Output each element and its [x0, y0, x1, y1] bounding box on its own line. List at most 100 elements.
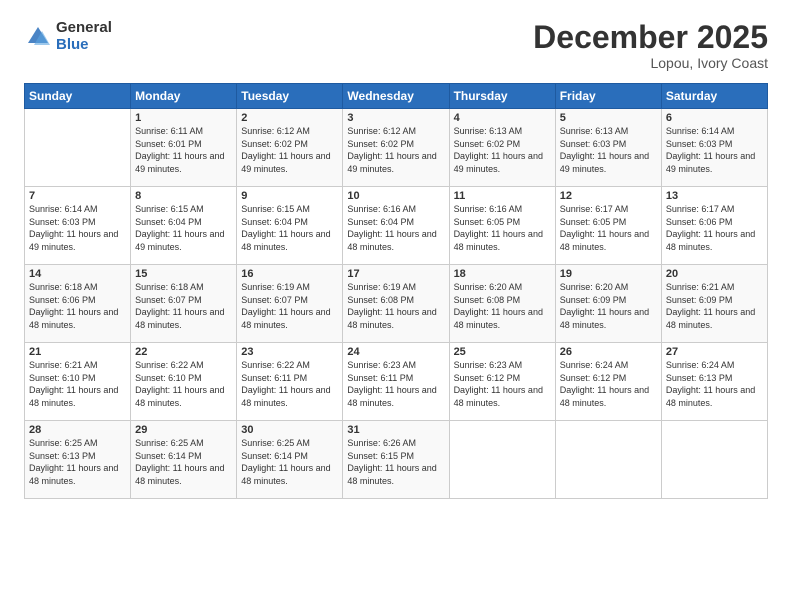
calendar-cell: 5Sunrise: 6:13 AMSunset: 6:03 PMDaylight… — [555, 109, 661, 187]
cell-info: Sunrise: 6:25 AMSunset: 6:14 PMDaylight:… — [241, 437, 338, 487]
calendar-cell: 23Sunrise: 6:22 AMSunset: 6:11 PMDayligh… — [237, 343, 343, 421]
day-number: 11 — [454, 190, 551, 202]
calendar-cell: 15Sunrise: 6:18 AMSunset: 6:07 PMDayligh… — [131, 265, 237, 343]
calendar-cell: 25Sunrise: 6:23 AMSunset: 6:12 PMDayligh… — [449, 343, 555, 421]
day-number: 23 — [241, 346, 338, 358]
calendar-cell: 4Sunrise: 6:13 AMSunset: 6:02 PMDaylight… — [449, 109, 555, 187]
calendar-week-row: 28Sunrise: 6:25 AMSunset: 6:13 PMDayligh… — [25, 421, 768, 499]
calendar-cell: 1Sunrise: 6:11 AMSunset: 6:01 PMDaylight… — [131, 109, 237, 187]
cell-info: Sunrise: 6:22 AMSunset: 6:10 PMDaylight:… — [135, 359, 232, 409]
cell-info: Sunrise: 6:26 AMSunset: 6:15 PMDaylight:… — [347, 437, 444, 487]
day-number: 19 — [560, 268, 657, 280]
calendar-cell: 16Sunrise: 6:19 AMSunset: 6:07 PMDayligh… — [237, 265, 343, 343]
calendar-cell: 6Sunrise: 6:14 AMSunset: 6:03 PMDaylight… — [661, 109, 767, 187]
day-number: 20 — [666, 268, 763, 280]
cell-info: Sunrise: 6:12 AMSunset: 6:02 PMDaylight:… — [347, 125, 444, 175]
cell-info: Sunrise: 6:21 AMSunset: 6:09 PMDaylight:… — [666, 281, 763, 331]
cell-info: Sunrise: 6:20 AMSunset: 6:09 PMDaylight:… — [560, 281, 657, 331]
calendar-cell: 28Sunrise: 6:25 AMSunset: 6:13 PMDayligh… — [25, 421, 131, 499]
cell-info: Sunrise: 6:12 AMSunset: 6:02 PMDaylight:… — [241, 125, 338, 175]
calendar-cell: 10Sunrise: 6:16 AMSunset: 6:04 PMDayligh… — [343, 187, 449, 265]
col-header-tuesday: Tuesday — [237, 84, 343, 109]
cell-info: Sunrise: 6:15 AMSunset: 6:04 PMDaylight:… — [135, 203, 232, 253]
calendar-cell: 29Sunrise: 6:25 AMSunset: 6:14 PMDayligh… — [131, 421, 237, 499]
calendar-cell: 2Sunrise: 6:12 AMSunset: 6:02 PMDaylight… — [237, 109, 343, 187]
day-number: 4 — [454, 112, 551, 124]
calendar-cell: 31Sunrise: 6:26 AMSunset: 6:15 PMDayligh… — [343, 421, 449, 499]
col-header-friday: Friday — [555, 84, 661, 109]
calendar-cell: 8Sunrise: 6:15 AMSunset: 6:04 PMDaylight… — [131, 187, 237, 265]
day-number: 25 — [454, 346, 551, 358]
day-number: 7 — [29, 190, 126, 202]
calendar-cell — [661, 421, 767, 499]
day-number: 21 — [29, 346, 126, 358]
calendar-page: General Blue December 2025 Lopou, Ivory … — [0, 0, 792, 612]
cell-info: Sunrise: 6:16 AMSunset: 6:05 PMDaylight:… — [454, 203, 551, 253]
day-number: 10 — [347, 190, 444, 202]
day-number: 27 — [666, 346, 763, 358]
day-number: 30 — [241, 424, 338, 436]
day-number: 24 — [347, 346, 444, 358]
title-block: December 2025 Lopou, Ivory Coast — [533, 20, 768, 71]
day-number: 29 — [135, 424, 232, 436]
day-number: 31 — [347, 424, 444, 436]
calendar-cell: 18Sunrise: 6:20 AMSunset: 6:08 PMDayligh… — [449, 265, 555, 343]
calendar-cell: 12Sunrise: 6:17 AMSunset: 6:05 PMDayligh… — [555, 187, 661, 265]
day-number: 15 — [135, 268, 232, 280]
day-number: 3 — [347, 112, 444, 124]
cell-info: Sunrise: 6:21 AMSunset: 6:10 PMDaylight:… — [29, 359, 126, 409]
cell-info: Sunrise: 6:17 AMSunset: 6:06 PMDaylight:… — [666, 203, 763, 253]
calendar-cell: 19Sunrise: 6:20 AMSunset: 6:09 PMDayligh… — [555, 265, 661, 343]
calendar-cell: 3Sunrise: 6:12 AMSunset: 6:02 PMDaylight… — [343, 109, 449, 187]
day-number: 18 — [454, 268, 551, 280]
col-header-monday: Monday — [131, 84, 237, 109]
calendar-cell: 26Sunrise: 6:24 AMSunset: 6:12 PMDayligh… — [555, 343, 661, 421]
cell-info: Sunrise: 6:25 AMSunset: 6:14 PMDaylight:… — [135, 437, 232, 487]
cell-info: Sunrise: 6:13 AMSunset: 6:03 PMDaylight:… — [560, 125, 657, 175]
cell-info: Sunrise: 6:19 AMSunset: 6:07 PMDaylight:… — [241, 281, 338, 331]
calendar-cell: 22Sunrise: 6:22 AMSunset: 6:10 PMDayligh… — [131, 343, 237, 421]
header: General Blue December 2025 Lopou, Ivory … — [24, 20, 768, 71]
cell-info: Sunrise: 6:14 AMSunset: 6:03 PMDaylight:… — [666, 125, 763, 175]
calendar-week-row: 1Sunrise: 6:11 AMSunset: 6:01 PMDaylight… — [25, 109, 768, 187]
logo: General Blue — [24, 20, 112, 53]
col-header-saturday: Saturday — [661, 84, 767, 109]
cell-info: Sunrise: 6:20 AMSunset: 6:08 PMDaylight:… — [454, 281, 551, 331]
cell-info: Sunrise: 6:18 AMSunset: 6:06 PMDaylight:… — [29, 281, 126, 331]
calendar-cell: 27Sunrise: 6:24 AMSunset: 6:13 PMDayligh… — [661, 343, 767, 421]
calendar-cell: 14Sunrise: 6:18 AMSunset: 6:06 PMDayligh… — [25, 265, 131, 343]
cell-info: Sunrise: 6:25 AMSunset: 6:13 PMDaylight:… — [29, 437, 126, 487]
calendar-table: SundayMondayTuesdayWednesdayThursdayFrid… — [24, 83, 768, 499]
cell-info: Sunrise: 6:14 AMSunset: 6:03 PMDaylight:… — [29, 203, 126, 253]
day-number: 13 — [666, 190, 763, 202]
cell-info: Sunrise: 6:15 AMSunset: 6:04 PMDaylight:… — [241, 203, 338, 253]
day-number: 14 — [29, 268, 126, 280]
calendar-cell: 9Sunrise: 6:15 AMSunset: 6:04 PMDaylight… — [237, 187, 343, 265]
col-header-wednesday: Wednesday — [343, 84, 449, 109]
day-number: 2 — [241, 112, 338, 124]
month-title: December 2025 — [533, 20, 768, 55]
cell-info: Sunrise: 6:17 AMSunset: 6:05 PMDaylight:… — [560, 203, 657, 253]
day-number: 1 — [135, 112, 232, 124]
calendar-cell: 20Sunrise: 6:21 AMSunset: 6:09 PMDayligh… — [661, 265, 767, 343]
cell-info: Sunrise: 6:18 AMSunset: 6:07 PMDaylight:… — [135, 281, 232, 331]
cell-info: Sunrise: 6:16 AMSunset: 6:04 PMDaylight:… — [347, 203, 444, 253]
day-number: 17 — [347, 268, 444, 280]
calendar-cell: 17Sunrise: 6:19 AMSunset: 6:08 PMDayligh… — [343, 265, 449, 343]
cell-info: Sunrise: 6:13 AMSunset: 6:02 PMDaylight:… — [454, 125, 551, 175]
day-number: 12 — [560, 190, 657, 202]
logo-text: General Blue — [56, 20, 112, 53]
day-number: 6 — [666, 112, 763, 124]
calendar-week-row: 21Sunrise: 6:21 AMSunset: 6:10 PMDayligh… — [25, 343, 768, 421]
day-number: 9 — [241, 190, 338, 202]
col-header-sunday: Sunday — [25, 84, 131, 109]
calendar-week-row: 14Sunrise: 6:18 AMSunset: 6:06 PMDayligh… — [25, 265, 768, 343]
day-number: 28 — [29, 424, 126, 436]
cell-info: Sunrise: 6:22 AMSunset: 6:11 PMDaylight:… — [241, 359, 338, 409]
calendar-cell — [449, 421, 555, 499]
location-subtitle: Lopou, Ivory Coast — [533, 55, 768, 71]
calendar-cell — [555, 421, 661, 499]
logo-blue-text: Blue — [56, 37, 112, 54]
cell-info: Sunrise: 6:24 AMSunset: 6:13 PMDaylight:… — [666, 359, 763, 409]
day-number: 16 — [241, 268, 338, 280]
